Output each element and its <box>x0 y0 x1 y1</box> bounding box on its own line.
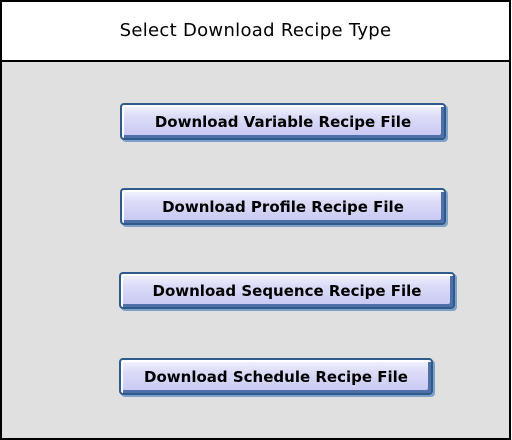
dialog-title: Select Download Recipe Type <box>119 19 392 41</box>
download-sequence-recipe-button[interactable]: Download Sequence Recipe File <box>119 272 455 309</box>
dialog-title-bar: Select Download Recipe Type <box>2 2 509 62</box>
download-variable-recipe-button[interactable]: Download Variable Recipe File <box>120 103 446 140</box>
download-profile-recipe-button[interactable]: Download Profile Recipe File <box>120 188 446 225</box>
download-schedule-recipe-button[interactable]: Download Schedule Recipe File <box>119 358 433 395</box>
download-recipe-dialog: Select Download Recipe Type Download Var… <box>0 0 511 440</box>
